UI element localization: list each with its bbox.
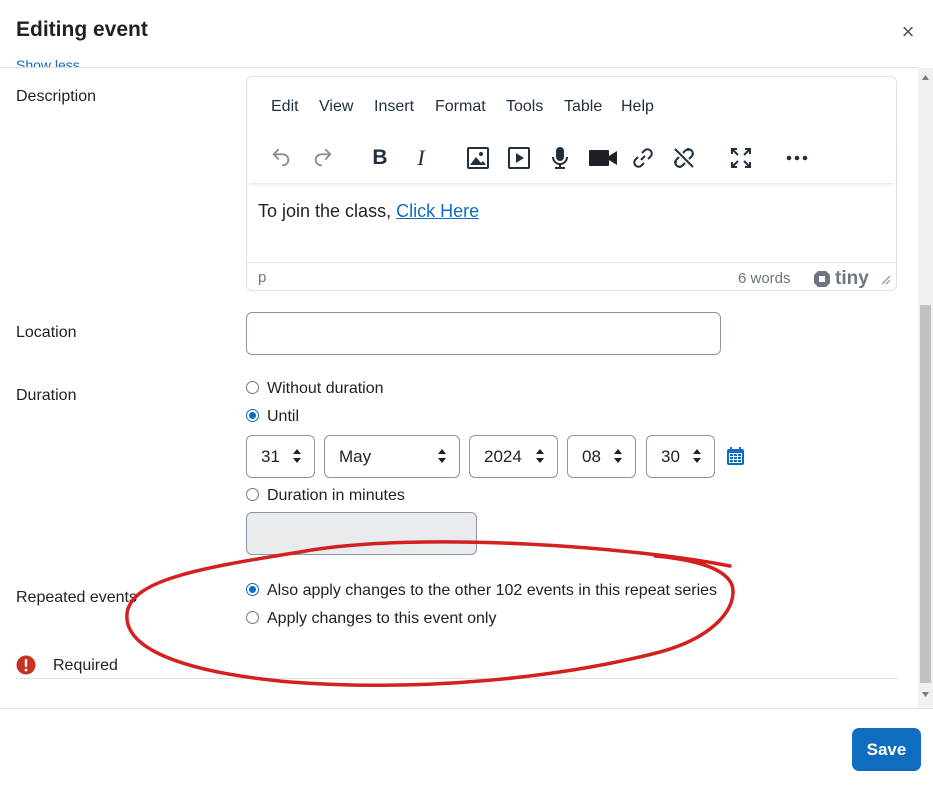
scroll-up-icon[interactable] (921, 73, 930, 82)
hour-select[interactable]: 08 (567, 435, 636, 478)
hour-value: 08 (582, 446, 601, 466)
more-options-icon[interactable] (780, 141, 814, 175)
description-label: Description (16, 88, 97, 105)
required-icon (16, 655, 36, 675)
editor-menubar: Edit View Insert Format Tools Table Help (247, 77, 896, 135)
header-divider (0, 67, 918, 68)
menu-view[interactable]: View (319, 98, 353, 116)
undo-icon[interactable] (264, 141, 298, 175)
bold-icon[interactable]: B (363, 141, 397, 175)
save-button[interactable]: Save (852, 728, 921, 771)
month-value: May (339, 446, 372, 466)
show-less-link[interactable]: Show less... (16, 59, 91, 67)
minute-value: 30 (661, 446, 680, 466)
tiny-logo[interactable]: tiny (813, 268, 869, 290)
footer-divider (0, 708, 933, 709)
minute-select[interactable]: 30 (646, 435, 715, 478)
element-path[interactable]: p (258, 269, 266, 286)
location-label: Location (16, 324, 77, 341)
menu-tools[interactable]: Tools (506, 98, 543, 116)
fullscreen-icon[interactable] (724, 141, 758, 175)
duration-label: Duration (16, 387, 77, 404)
until-radio[interactable] (246, 409, 259, 422)
repeated-events-label: Repeated events (16, 589, 137, 606)
day-value: 31 (261, 446, 280, 466)
editor-content[interactable]: To join the class, Click Here (258, 201, 479, 222)
apply-this-only-radio[interactable] (246, 611, 259, 624)
apply-series-radio[interactable] (246, 583, 259, 596)
menu-format[interactable]: Format (435, 98, 486, 116)
content-text: To join the class, (258, 201, 397, 221)
select-caret-icon (693, 449, 701, 463)
apply-series-label: Also apply changes to the other 102 even… (267, 582, 718, 599)
dialog-title: Editing event (16, 18, 148, 41)
select-caret-icon (438, 449, 446, 463)
year-value: 2024 (484, 446, 522, 466)
resize-handle-icon[interactable] (881, 275, 891, 285)
until-label: Until (267, 408, 300, 425)
editor-statusbar: p 6 words tiny (247, 262, 896, 292)
location-input[interactable] (246, 312, 721, 355)
link-icon[interactable] (626, 141, 660, 175)
microphone-icon[interactable] (543, 141, 577, 175)
editor-toolbar: B I (247, 135, 896, 183)
video-camera-icon[interactable] (584, 141, 622, 175)
required-divider (16, 678, 898, 679)
menu-insert[interactable]: Insert (374, 98, 414, 116)
required-label: Required (53, 657, 118, 674)
menu-table[interactable]: Table (564, 98, 602, 116)
duration-minutes-radio[interactable] (246, 488, 259, 501)
calendar-icon[interactable] (727, 447, 744, 465)
rich-text-editor: Edit View Insert Format Tools Table Help… (246, 76, 897, 291)
select-caret-icon (293, 449, 301, 463)
click-here-link[interactable]: Click Here (396, 201, 479, 221)
tiny-logo-text: tiny (835, 268, 869, 289)
duration-minutes-label: Duration in minutes (267, 487, 405, 504)
select-caret-icon (536, 449, 544, 463)
year-select[interactable]: 2024 (469, 435, 558, 478)
without-duration-label: Without duration (267, 380, 384, 397)
month-select[interactable]: May (324, 435, 460, 478)
tiny-logo-icon (814, 271, 830, 287)
menu-edit[interactable]: Edit (271, 98, 299, 116)
menu-help[interactable]: Help (621, 98, 654, 116)
unlink-icon[interactable] (667, 141, 701, 175)
media-icon[interactable] (502, 141, 536, 175)
image-icon[interactable] (461, 141, 495, 175)
scrollbar-thumb[interactable] (920, 305, 931, 683)
italic-icon[interactable]: I (404, 141, 438, 175)
redo-icon[interactable] (306, 141, 340, 175)
select-caret-icon (614, 449, 622, 463)
close-icon[interactable]: × (898, 21, 918, 43)
duration-minutes-input[interactable] (246, 512, 477, 555)
scroll-down-icon[interactable] (921, 690, 930, 699)
without-duration-radio[interactable] (246, 381, 259, 394)
day-select[interactable]: 31 (246, 435, 315, 478)
apply-this-only-label: Apply changes to this event only (267, 610, 497, 627)
word-count[interactable]: 6 words (738, 270, 791, 287)
